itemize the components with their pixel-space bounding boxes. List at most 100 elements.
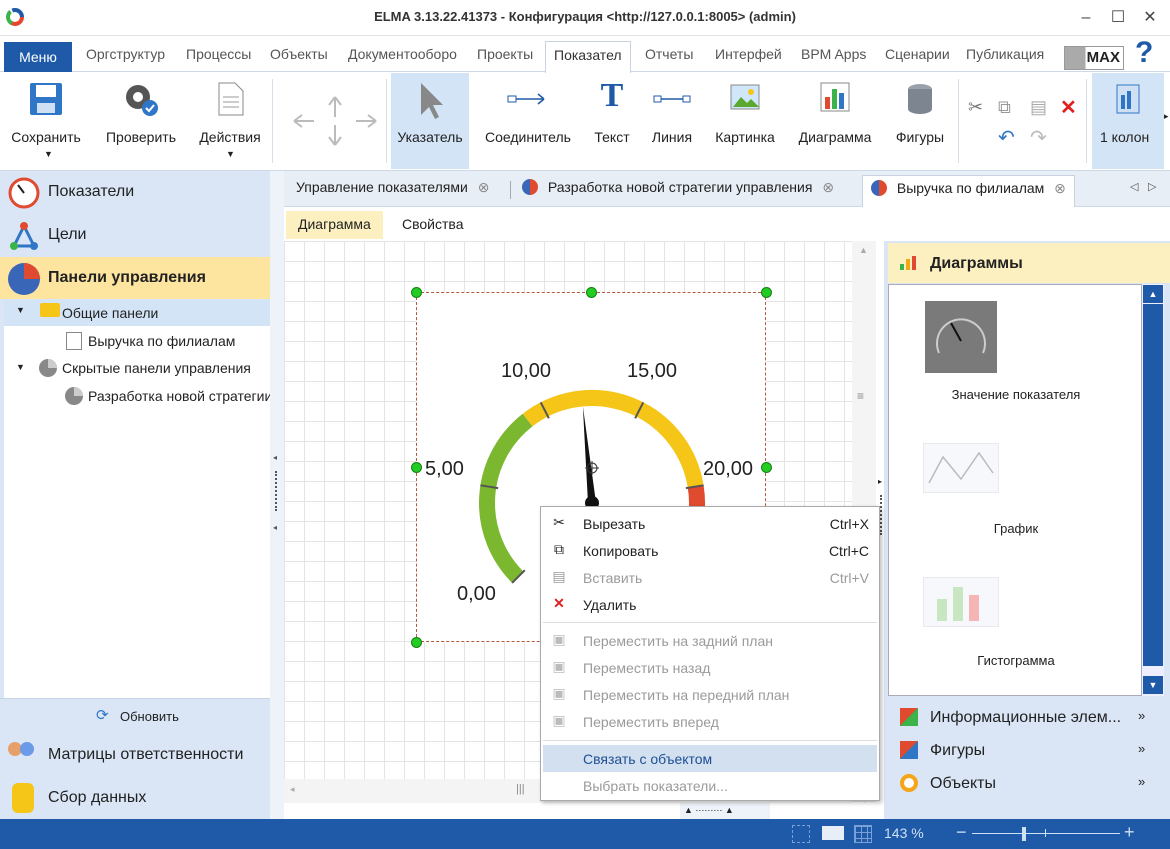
ctx-cut[interactable]: ✂ Вырезать Ctrl+X	[543, 510, 877, 537]
ruler-icon[interactable]	[822, 826, 844, 840]
text-tool-button[interactable]: T Текст	[586, 73, 638, 169]
redo-icon[interactable]: ↷	[1030, 125, 1047, 150]
gauge-label-20: 20,00	[703, 458, 754, 480]
ctx-send-to-back[interactable]: ▣ Переместить на задний план	[543, 627, 877, 654]
tab-reports[interactable]: Отчеты	[645, 46, 693, 62]
tree-item-common-panels[interactable]: Общие панели	[62, 305, 158, 321]
nav-matrices[interactable]: Матрицы ответственности	[0, 734, 270, 776]
ctx-label: Выбрать показатели...	[583, 778, 728, 794]
resize-handle[interactable]	[411, 462, 422, 473]
expand-chevron-icon[interactable]: »	[1138, 708, 1145, 723]
delete-icon[interactable]: ✕	[1060, 95, 1077, 120]
tab-projects[interactable]: Проекты	[477, 46, 533, 62]
doc-tab-indicators-management[interactable]: Управление показателями ⊗	[288, 175, 497, 207]
section-objects[interactable]: Объекты »	[888, 768, 1170, 800]
pie-chart-icon	[39, 359, 57, 377]
doc-tab-revenue[interactable]: Выручка по филиалам ⊗	[862, 175, 1075, 207]
tree-item-strategy[interactable]: Разработка новой стратегии	[88, 388, 270, 404]
tabs-scroll-left-icon[interactable]: ◁	[1130, 180, 1138, 193]
section-shapes[interactable]: Фигуры »	[888, 735, 1170, 767]
undo-icon[interactable]: ↶	[998, 125, 1015, 150]
resize-handle[interactable]	[761, 462, 772, 473]
doc-tab-strategy[interactable]: Разработка новой стратегии управления ⊗	[514, 175, 842, 207]
section-info-elements[interactable]: Информационные элем... »	[888, 702, 1170, 734]
menu-button[interactable]: Меню	[4, 42, 72, 72]
subtab-properties[interactable]: Свойства	[402, 216, 463, 232]
diagram-tool-button[interactable]: Диаграмма	[792, 73, 878, 169]
resize-handle[interactable]	[411, 637, 422, 648]
close-tab-icon[interactable]: ⊗	[822, 179, 834, 195]
ctx-link-to-object[interactable]: Связать с объектом	[543, 745, 877, 772]
tab-indicators[interactable]: Показател	[545, 41, 631, 73]
diagram-item-graph[interactable]: График	[889, 435, 1143, 545]
nav-goals[interactable]: Цели	[0, 214, 270, 256]
tab-scenarios[interactable]: Сценарии	[885, 46, 950, 62]
ctx-delete[interactable]: ✕ Удалить	[543, 591, 877, 618]
panel-splitter[interactable]: ◂ ◂	[270, 171, 284, 819]
connector-tool-button[interactable]: Соединитель	[478, 73, 578, 169]
tab-interface[interactable]: Интерфей	[715, 46, 782, 62]
cut-icon[interactable]: ✂	[968, 97, 983, 118]
zoom-slider[interactable]	[972, 833, 1120, 834]
ctx-bring-forward[interactable]: ▣ Переместить вперед	[543, 708, 877, 735]
maximize-button[interactable]: ☐	[1106, 6, 1130, 30]
gauge-label-10: 10,00	[501, 360, 552, 382]
picture-tool-button[interactable]: Картинка	[706, 73, 784, 169]
zoom-in-icon[interactable]: +	[1124, 822, 1135, 843]
ctx-select-indicators[interactable]: Выбрать показатели...	[543, 772, 877, 799]
tab-processes[interactable]: Процессы	[186, 46, 251, 62]
ctx-copy[interactable]: ⧉ Копировать Ctrl+C	[543, 537, 877, 564]
subtab-diagram[interactable]: Диаграмма	[286, 211, 383, 239]
zoom-slider-thumb[interactable]	[1022, 827, 1027, 841]
tree-item-hidden-panels[interactable]: Скрытые панели управления	[62, 360, 251, 376]
check-button[interactable]: Проверить	[98, 73, 184, 169]
minimize-button[interactable]: –	[1074, 6, 1098, 30]
diagram-list-scrollbar[interactable]: ▲ ▼	[1142, 284, 1164, 696]
tab-orgstructure[interactable]: Оргструктур	[86, 46, 165, 62]
ctx-send-backward[interactable]: ▣ Переместить назад	[543, 654, 877, 681]
grid-icon[interactable]	[854, 825, 872, 843]
copy-icon[interactable]: ⧉	[998, 97, 1011, 118]
canvas-bottom-splitter[interactable]: ▲ ⋯⋯⋯ ▲	[680, 803, 770, 819]
close-button[interactable]: ✕	[1138, 6, 1162, 30]
diagram-item-indicator-value[interactable]: Значение показателя	[889, 285, 1143, 425]
actions-button[interactable]: Действия ▼	[192, 73, 268, 169]
gauge-thumbnail-icon	[925, 301, 997, 373]
ctx-paste[interactable]: ▤ Вставить Ctrl+V	[543, 564, 877, 591]
diagram-item-label: График	[993, 521, 1039, 536]
ribbon-scroll-right-icon[interactable]: ▸	[1164, 111, 1169, 122]
tab-objects[interactable]: Объекты	[270, 46, 328, 62]
ctx-bring-to-front[interactable]: ▣ Переместить на передний план	[543, 681, 877, 708]
resize-handle[interactable]	[761, 287, 772, 298]
zoom-out-icon[interactable]: −	[956, 822, 967, 843]
expand-chevron-icon[interactable]: »	[1138, 741, 1145, 756]
tab-publication[interactable]: Публикация	[966, 46, 1044, 62]
tab-bpm-apps[interactable]: BPM Apps	[801, 46, 866, 62]
expand-icon[interactable]: ▼	[16, 305, 25, 315]
diagram-item-histogram[interactable]: Гистограмма	[889, 571, 1143, 691]
expand-icon[interactable]: ▼	[16, 362, 25, 372]
paste-icon[interactable]: ▤	[1030, 97, 1047, 118]
save-button[interactable]: Сохранить ▼	[4, 73, 88, 169]
tree-item-revenue[interactable]: Выручка по филиалам	[88, 333, 235, 349]
tab-documents[interactable]: Документооборо	[348, 46, 457, 62]
nav-dashboards[interactable]: Панели управления	[0, 257, 270, 299]
ribbon-separator	[386, 79, 387, 163]
resize-handle[interactable]	[411, 287, 422, 298]
fit-page-icon[interactable]	[792, 825, 810, 843]
resize-handle[interactable]	[586, 287, 597, 298]
nav-data-collection[interactable]: Сбор данных	[0, 777, 270, 819]
close-tab-icon[interactable]: ⊗	[478, 179, 490, 195]
expand-chevron-icon[interactable]: »	[1138, 774, 1145, 789]
pointer-tool-button[interactable]: Указатель	[391, 73, 469, 169]
tabs-scroll-right-icon[interactable]: ▷	[1148, 180, 1156, 193]
line-tool-button[interactable]: Линия	[646, 73, 698, 169]
one-column-button[interactable]: 1 колон	[1092, 73, 1164, 169]
help-icon[interactable]: ?	[1135, 36, 1153, 70]
max-toggle-button[interactable]: MAX	[1064, 46, 1124, 70]
refresh-button[interactable]: ⟳ Обновить	[0, 698, 270, 732]
close-tab-icon[interactable]: ⊗	[1054, 180, 1066, 196]
nav-indicators[interactable]: Показатели	[0, 171, 270, 213]
shapes-tool-button[interactable]: Фигуры	[886, 73, 954, 169]
diagrams-header[interactable]: Диаграммы	[888, 243, 1170, 283]
